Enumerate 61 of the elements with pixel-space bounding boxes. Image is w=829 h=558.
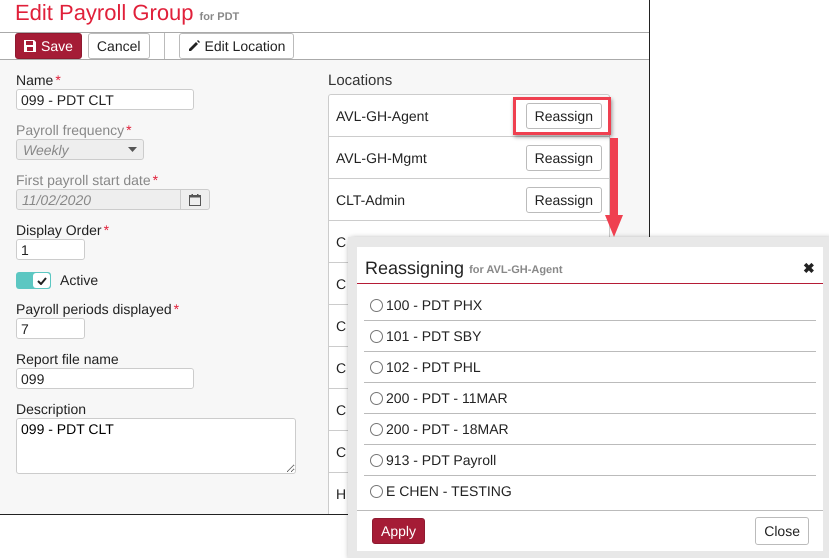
close-button[interactable]: Close	[755, 517, 809, 545]
required-mark: *	[126, 122, 132, 138]
save-icon	[24, 40, 36, 52]
required-mark: *	[104, 222, 110, 238]
group-option[interactable]: 102 - PDT PHL	[364, 352, 816, 383]
location-name: C	[336, 360, 346, 376]
edit-location-button[interactable]: Edit Location	[178, 33, 294, 59]
field-label: Payroll periods displayed*	[16, 301, 180, 318]
reassign-button[interactable]: Reassign	[526, 186, 602, 212]
group-option[interactable]: 100 - PDT PHX	[364, 290, 816, 321]
cancel-button[interactable]: Cancel	[88, 33, 150, 59]
group-option[interactable]: 200 - PDT - 18MAR	[364, 414, 816, 445]
reassign-button[interactable]: Reassign	[526, 144, 602, 170]
save-button[interactable]: Save	[15, 33, 82, 59]
group-option[interactable]: 913 - PDT Payroll	[364, 445, 816, 476]
caret-icon	[128, 147, 137, 152]
dialog-title: Reassigning	[365, 258, 464, 278]
location-name: AVL-GH-Agent	[336, 108, 428, 124]
number-field[interactable]: 7	[16, 318, 85, 339]
radio-button[interactable]	[370, 360, 383, 374]
location-name: C	[336, 444, 346, 460]
location-name: C	[336, 402, 346, 418]
group-option[interactable]: E CHEN - TESTING	[364, 476, 816, 506]
location-name: C	[336, 318, 346, 334]
location-name: CLT-Admin	[336, 192, 405, 208]
group-option[interactable]: 200 - PDT - 11MAR	[364, 383, 816, 414]
radio-button[interactable]	[370, 484, 383, 498]
apply-button[interactable]: Apply	[372, 518, 426, 544]
check-icon	[36, 276, 46, 284]
radio-button[interactable]	[370, 392, 383, 404]
location-name: C	[336, 234, 346, 250]
location-name: AVL-GH-Mgmt	[336, 150, 427, 166]
location-name: C	[336, 276, 346, 292]
radio-button[interactable]	[370, 454, 383, 466]
radio-button[interactable]	[370, 298, 383, 312]
field-label: Name*	[16, 72, 62, 89]
page-title: Edit Payroll Group	[15, 0, 194, 26]
field-label: Description	[16, 401, 88, 418]
active-toggle[interactable]	[16, 272, 51, 289]
field-label: First payroll start date*	[16, 172, 160, 189]
required-mark: *	[152, 172, 158, 188]
radio-button[interactable]	[370, 330, 383, 342]
field-label: Display Order*	[16, 222, 110, 239]
field-label: Report file name	[16, 351, 120, 368]
calendar-icon[interactable]	[189, 194, 201, 206]
reassign-button[interactable]: Reassign	[526, 102, 602, 128]
number-field[interactable]: 1	[16, 239, 85, 260]
location-name: H	[336, 486, 346, 502]
text-field[interactable]: 099 - PDT CLT	[16, 89, 194, 110]
field-label: Active	[60, 272, 98, 289]
required-mark: *	[55, 72, 61, 88]
text-field[interactable]: 099	[16, 368, 194, 389]
pencil-icon	[188, 40, 200, 52]
required-mark: *	[174, 301, 180, 317]
dialog-subtitle: for AVL-GH-Agent	[469, 264, 564, 276]
description-field[interactable]: 099 - PDT CLT	[16, 418, 296, 474]
group-option[interactable]: 101 - PDT SBY	[364, 321, 816, 352]
field-label: Payroll frequency*	[16, 122, 133, 139]
page-subtitle: for PDT	[200, 10, 240, 25]
section-title: Locations	[328, 72, 394, 90]
radio-button[interactable]	[370, 422, 383, 436]
